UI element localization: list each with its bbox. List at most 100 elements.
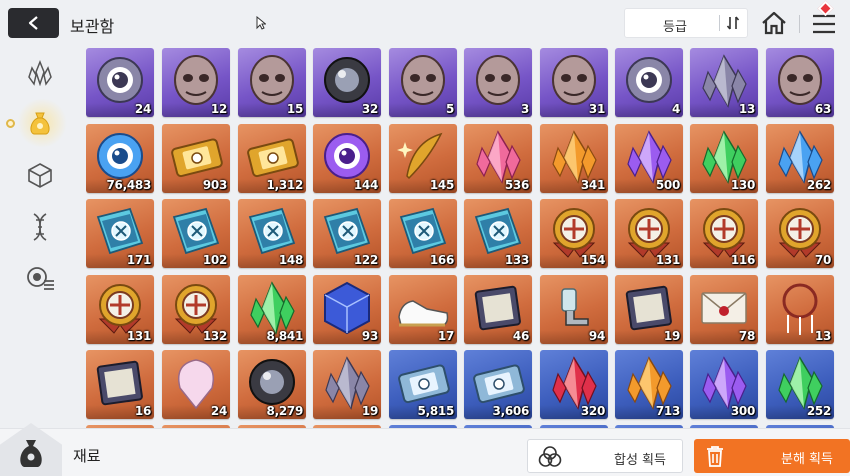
inventory-slot[interactable]: 713 [615,350,683,419]
inventory-slot[interactable]: 3 [464,48,532,117]
inventory-slot[interactable]: 76,483 [86,124,154,193]
inventory-slot[interactable]: 13 [690,48,758,117]
inventory-slot[interactable]: 19 [615,275,683,344]
item-quantity: 94 [588,329,605,343]
menu-icon[interactable] [812,13,836,35]
inventory-slot[interactable]: 78 [690,275,758,344]
inventory-slot[interactable]: 15 [238,48,306,117]
sidebar-tab-cubes[interactable] [20,155,60,195]
item-quantity: 145 [429,178,454,192]
bottom-bar: 재료 합성 획득 분해 획득 [0,423,850,476]
inventory-slot[interactable]: 166 [389,199,457,268]
inventory-slot[interactable]: 262 [766,124,834,193]
category-label: 재료 [73,447,101,465]
item-quantity: 133 [504,253,529,267]
inventory-slot[interactable]: 131 [615,199,683,268]
inventory-slot[interactable]: 19 [313,350,381,419]
item-quantity: 144 [353,178,378,192]
item-quantity: 24 [134,102,151,116]
item-quantity: 13 [738,102,755,116]
sidebar-tab-crystals[interactable] [20,53,60,93]
item-quantity: 1,312 [266,178,304,192]
inventory-slot[interactable]: 12 [162,48,230,117]
monster-skull-icon [393,52,453,110]
item-quantity: 8,841 [266,329,304,343]
inventory-slot[interactable]: 46 [464,275,532,344]
sidebar-tab-genes[interactable] [20,207,60,247]
synthesis-acquire-button[interactable]: 합성 획득 [527,439,683,473]
item-quantity: 78 [738,329,755,343]
inventory-slot[interactable]: 171 [86,199,154,268]
inventory-slot[interactable]: 116 [690,199,758,268]
cube-icon [28,163,52,188]
inventory-slot[interactable]: 24 [86,48,154,117]
sort-dropdown[interactable]: 등급 [624,8,748,38]
trash-icon [707,446,723,467]
top-bar: 보관함 등급 [0,0,850,48]
inventory-slot[interactable]: 132 [162,275,230,344]
inventory-slot[interactable]: 144 [313,124,381,193]
inventory-grid: 24 12 15 32 5 3 31 4 13 63 76,483 903 1,… [86,48,841,428]
inventory-slot[interactable]: 341 [540,124,608,193]
decompose-acquire-button[interactable]: 분해 획득 [694,439,850,473]
inventory-slot[interactable]: 94 [540,275,608,344]
item-quantity: 154 [580,253,605,267]
inventory-slot[interactable]: 16 [86,350,154,419]
sidebar-tab-materials[interactable] [20,103,60,143]
sidebar-tab-orbs[interactable] [20,258,60,298]
item-quantity: 24 [210,404,227,418]
inventory-slot[interactable]: 154 [540,199,608,268]
inventory-slot[interactable]: 17 [389,275,457,344]
inventory-slot[interactable]: 145 [389,124,457,193]
inventory-slot[interactable]: 31 [540,48,608,117]
mouse-cursor-icon [256,16,266,30]
item-quantity: 713 [655,404,680,418]
inventory-slot[interactable]: 8,841 [238,275,306,344]
inventory-slot[interactable]: 102 [162,199,230,268]
decompose-label: 분해 획득 [781,452,833,467]
item-quantity: 5,815 [417,404,455,418]
inventory-slot[interactable]: 130 [690,124,758,193]
inventory-slot[interactable]: 70 [766,199,834,268]
item-quantity: 166 [429,253,454,267]
inventory-slot[interactable]: 148 [238,199,306,268]
back-button[interactable] [8,8,59,38]
inventory-slot[interactable]: 13 [766,275,834,344]
inventory-slot[interactable]: 122 [313,199,381,268]
item-quantity: 8,279 [266,404,304,418]
item-quantity: 903 [202,178,227,192]
inventory-slot[interactable]: 32 [313,48,381,117]
crystal-cluster-icon [28,60,52,86]
item-quantity: 31 [588,102,605,116]
item-quantity: 130 [730,178,755,192]
inventory-slot[interactable]: 1,312 [238,124,306,193]
synthesis-label: 합성 획득 [614,453,666,468]
inventory-slot[interactable]: 4 [615,48,683,117]
material-bag-icon [30,112,50,135]
dna-icon [33,213,47,241]
inventory-slot[interactable]: 133 [464,199,532,268]
item-quantity: 12 [210,102,227,116]
inventory-slot[interactable]: 131 [86,275,154,344]
inventory-slot[interactable]: 300 [690,350,758,419]
item-quantity: 3 [520,102,529,116]
inventory-slot[interactable]: 3,606 [464,350,532,419]
inventory-slot[interactable]: 252 [766,350,834,419]
inventory-slot[interactable]: 24 [162,350,230,419]
inventory-slot[interactable]: 5 [389,48,457,117]
inventory-slot[interactable]: 93 [313,275,381,344]
inventory-slot[interactable]: 536 [464,124,532,193]
inventory-slot[interactable]: 500 [615,124,683,193]
item-quantity: 116 [730,253,755,267]
inventory-slot[interactable]: 8,279 [238,350,306,419]
item-quantity: 131 [655,253,680,267]
active-tab-indicator [6,119,15,128]
sort-order-icon[interactable] [726,15,740,31]
inventory-slot[interactable]: 320 [540,350,608,419]
sort-label: 등급 [663,20,687,35]
inventory-slot[interactable]: 63 [766,48,834,117]
inventory-slot[interactable]: 903 [162,124,230,193]
inventory-slot[interactable]: 5,815 [389,350,457,419]
item-quantity: 102 [202,253,227,267]
home-icon[interactable] [761,11,787,35]
